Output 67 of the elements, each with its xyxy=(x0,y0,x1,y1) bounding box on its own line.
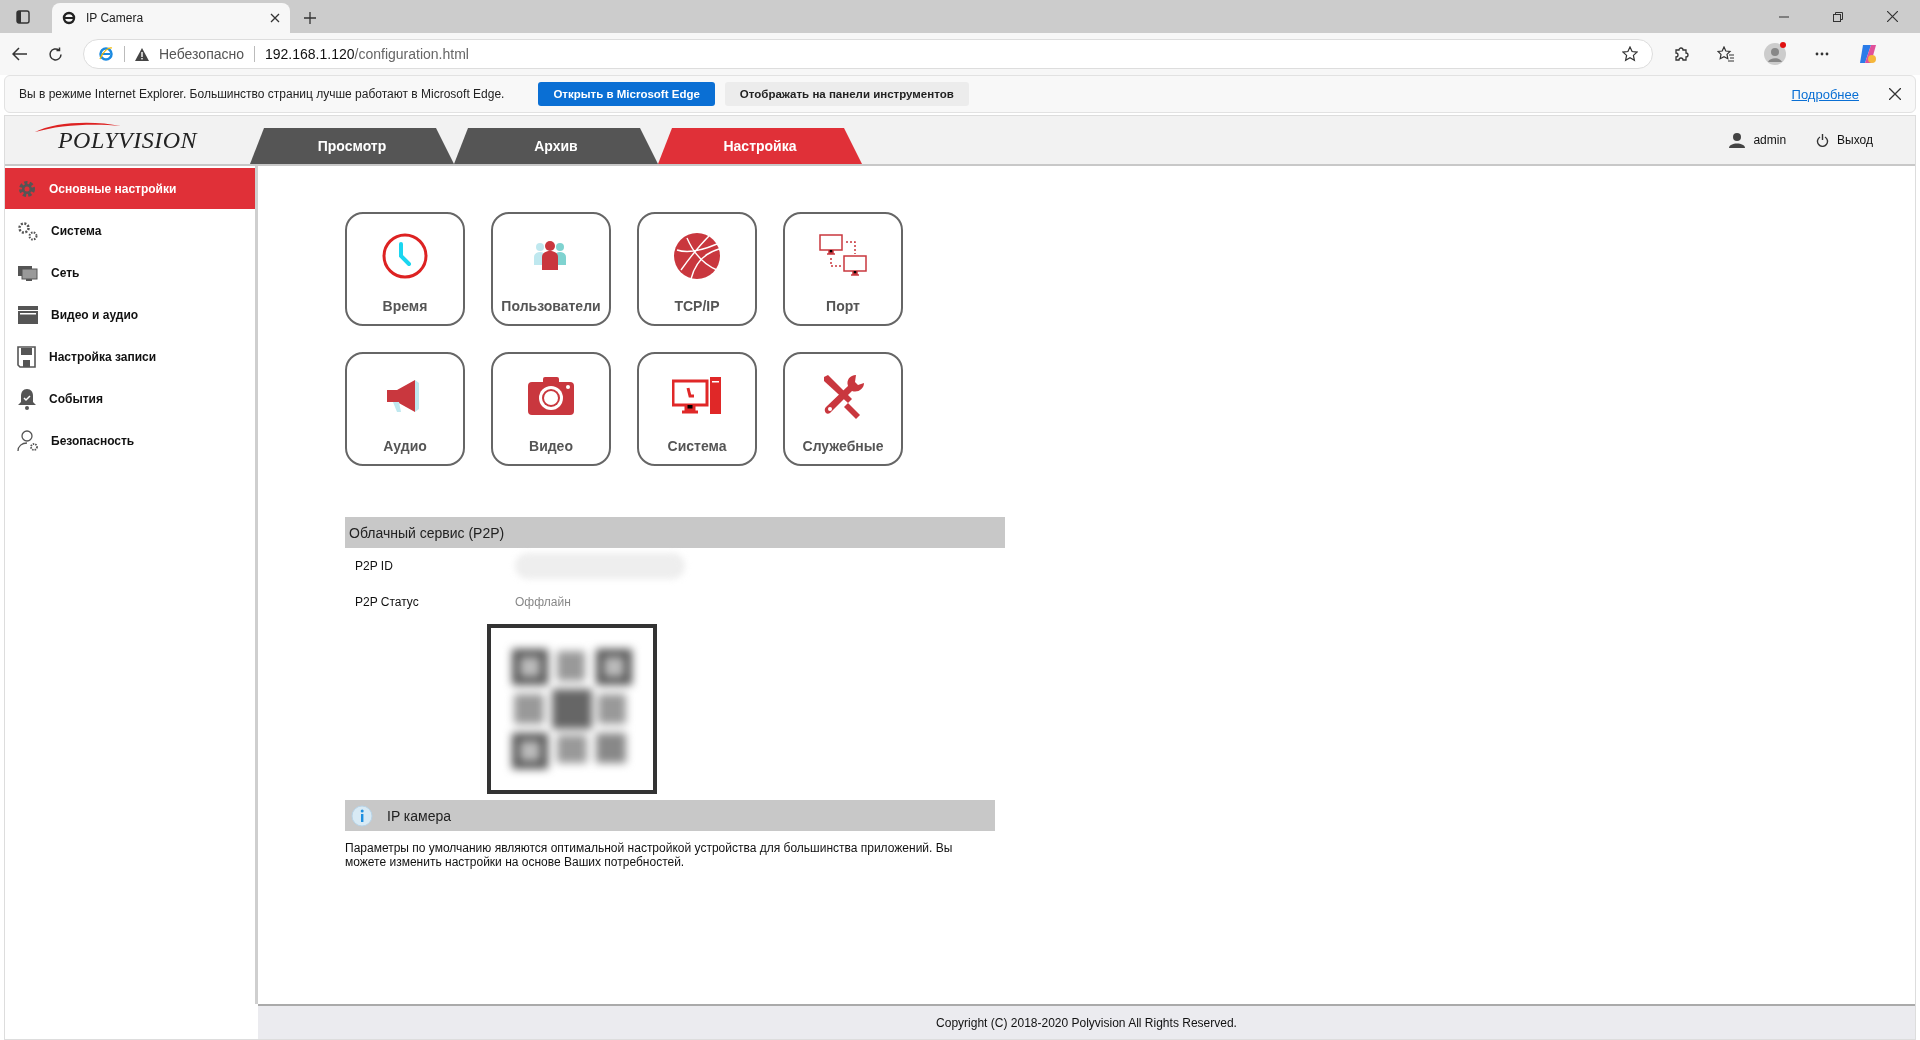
logout-link[interactable]: Выход xyxy=(1837,133,1873,147)
favorites-icon[interactable] xyxy=(1717,46,1735,62)
bell-icon xyxy=(17,387,37,410)
globe-icon xyxy=(673,232,721,280)
status-value: Оффлайн xyxy=(515,595,571,609)
sidebar-item[interactable]: Основные настройки xyxy=(5,168,255,209)
info-title: IP камера xyxy=(387,807,452,824)
section-header: Облачный сервис (P2P) xyxy=(345,517,1005,548)
gears-icon xyxy=(17,220,39,241)
security-label: Небезопасно xyxy=(159,46,244,62)
profile-icon[interactable] xyxy=(1763,42,1787,66)
settings-tile[interactable]: Система xyxy=(637,352,757,466)
puzzle-icon[interactable] xyxy=(1673,46,1689,62)
field-label: P2P ID xyxy=(354,559,394,573)
back-icon[interactable] xyxy=(12,47,28,61)
sidebar-item[interactable]: Безопасность xyxy=(5,420,255,461)
camera-icon xyxy=(527,376,575,416)
open-edge-button[interactable]: Открыть в Microsoft Edge xyxy=(538,82,715,106)
people-icon xyxy=(533,241,569,271)
power-icon[interactable] xyxy=(1816,133,1830,147)
close-icon[interactable] xyxy=(1889,88,1901,100)
nav-tab[interactable]: Архив xyxy=(454,128,658,164)
settings-tile[interactable]: Пользователи xyxy=(491,212,611,326)
sidebar-item[interactable]: Настройка записи xyxy=(5,336,255,377)
sidebar-item[interactable]: Сеть xyxy=(5,252,255,293)
user-gear-icon xyxy=(17,429,39,452)
settings-tile[interactable]: Время xyxy=(345,212,465,326)
monitors-icon xyxy=(819,234,867,278)
browser-tab[interactable]: IP Camera xyxy=(52,3,290,33)
address-bar[interactable]: Небезопасно 192.168.1.120/configuration.html xyxy=(83,39,1653,69)
sidebar-item[interactable]: События xyxy=(5,378,255,419)
info-icon xyxy=(351,804,373,827)
sidebar-toggle-icon[interactable] xyxy=(16,9,30,24)
copyright-text: Copyright (C) 2018-2020 Polyvision All Rights Reserved. xyxy=(936,1015,1237,1030)
settings-tile[interactable]: TCP/IP xyxy=(637,212,757,326)
username: admin xyxy=(1753,133,1787,147)
gear-icon xyxy=(17,178,37,199)
field-label: P2P Статус xyxy=(354,595,420,609)
infobar-message: Вы в режиме Internet Explorer. Большинство страниц лучше работают в Microsoft Edge. xyxy=(19,87,505,101)
tab-title: IP Camera xyxy=(86,11,145,25)
computer-icon xyxy=(672,376,722,416)
clock-icon xyxy=(381,232,429,280)
copilot-icon[interactable] xyxy=(1857,43,1879,65)
nav-tab[interactable]: Просмотр xyxy=(250,128,454,164)
new-tab-icon[interactable] xyxy=(304,12,316,24)
more-icon[interactable] xyxy=(1815,52,1829,56)
settings-tile[interactable]: Аудио xyxy=(345,352,465,466)
monitors-icon xyxy=(17,263,39,282)
sidebar-item[interactable]: Видео и аудио xyxy=(5,294,255,335)
restore-icon[interactable] xyxy=(1833,11,1843,22)
close-icon[interactable] xyxy=(1887,11,1898,22)
info-text: Параметры по умолчанию являются оптимальной настройкой устройства для большинства приложений. Вы можете изменить настройки на основе Ваших потребностей. xyxy=(345,841,954,869)
star-icon[interactable] xyxy=(1622,46,1638,62)
clapperboard-icon xyxy=(17,304,39,325)
logo: POLYVISION xyxy=(5,116,250,164)
user-icon xyxy=(1729,132,1746,148)
toolbar-button[interactable]: Отображать на панели инструментов xyxy=(724,82,969,106)
settings-tile[interactable]: Порт xyxy=(783,212,903,326)
warning-icon[interactable] xyxy=(135,47,149,61)
url-text: 192.168.1.120/configuration.html xyxy=(265,46,469,62)
more-link[interactable]: Подробнее xyxy=(1791,86,1859,102)
refresh-icon[interactable] xyxy=(48,46,63,62)
settings-tile[interactable]: Служебные xyxy=(783,352,903,466)
close-icon[interactable] xyxy=(270,13,280,23)
sidebar-item[interactable]: Система xyxy=(5,210,255,251)
settings-tile[interactable]: Видео xyxy=(491,352,611,466)
nav-tab[interactable]: Настройка xyxy=(658,128,862,164)
